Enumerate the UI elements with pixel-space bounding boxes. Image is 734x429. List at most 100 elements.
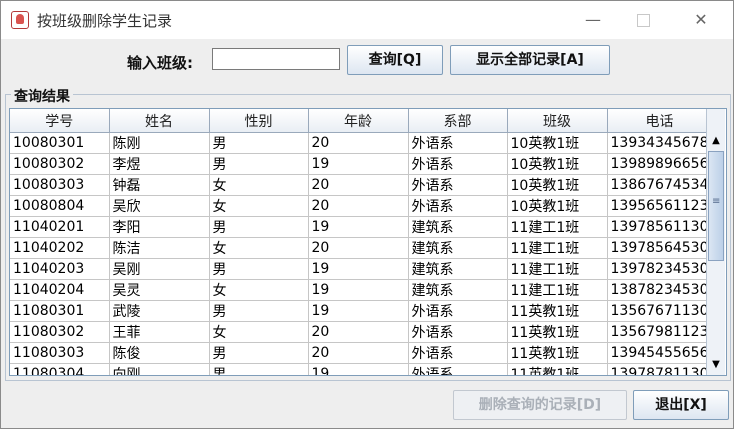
window-title: 按班级删除学生记录 <box>37 12 173 30</box>
table-cell: 外语系 <box>408 363 508 375</box>
table-cell: 13989896656 <box>607 153 713 175</box>
table-cell: 男 <box>209 258 309 280</box>
table-cell: 男 <box>209 342 309 364</box>
scroll-up-arrow-icon[interactable]: ▲ <box>708 133 724 149</box>
table-cell: 陈俊 <box>109 342 210 364</box>
table-cell: 11建工1班 <box>507 279 608 301</box>
table-cell: 11040202 <box>10 237 110 259</box>
table-cell: 11英教1班 <box>507 363 608 375</box>
table-cell: 19 <box>308 300 409 322</box>
results-table-container[interactable]: 学号 姓名 性别 年龄 系部 班级 电话 10080301 陈刚男 20 外语系 10英… <box>9 108 727 376</box>
column-header[interactable]: 性别 <box>209 109 309 133</box>
table-cell: 20 <box>308 342 409 364</box>
table-cell: 女 <box>209 237 309 259</box>
results-group-title: 查询结果 <box>11 86 73 106</box>
table-cell: 武陵 <box>109 300 210 322</box>
table-cell: 男 <box>209 363 309 375</box>
table-cell: 19 <box>308 216 409 238</box>
table-cell: 11建工1班 <box>507 258 608 280</box>
table-cell: 吴灵 <box>109 279 210 301</box>
minimize-button[interactable]: — <box>571 7 615 33</box>
table-cell: 李阳 <box>109 216 210 238</box>
table-cell: 13978561130 <box>607 216 713 238</box>
table-cell: 13934345678 <box>607 132 713 154</box>
exit-button[interactable]: 退出[X] <box>633 390 729 420</box>
table-cell: 20 <box>308 195 409 217</box>
title-bar: 按班级删除学生记录 — ✕ <box>1 1 733 39</box>
table-row[interactable]: 11040203 吴刚男 19 建筑系 11建工1班 13978234530 <box>10 258 713 280</box>
scroll-down-arrow-icon[interactable]: ▼ <box>708 357 724 373</box>
minimize-icon: — <box>585 10 601 29</box>
table-cell: 10英教1班 <box>507 195 608 217</box>
show-all-button[interactable]: 显示全部记录[A] <box>450 45 610 75</box>
table-cell: 吴刚 <box>109 258 210 280</box>
column-header[interactable]: 年龄 <box>308 109 409 133</box>
table-cell: 女 <box>209 174 309 196</box>
column-header[interactable]: 电话 <box>607 109 713 133</box>
table-cell: 男 <box>209 216 309 238</box>
table-row[interactable]: 10080302 李煜男 19 外语系 10英教1班 13989896656 <box>10 153 713 175</box>
table-cell: 女 <box>209 321 309 343</box>
table-cell: 20 <box>308 174 409 196</box>
table-cell: 外语系 <box>408 153 508 175</box>
table-row[interactable]: 10080301 陈刚男 20 外语系 10英教1班 13934345678 <box>10 132 713 154</box>
table-cell: 10英教1班 <box>507 153 608 175</box>
table-cell: 11080301 <box>10 300 110 322</box>
table-cell: 外语系 <box>408 174 508 196</box>
table-cell: 13978781130 <box>607 363 713 375</box>
close-button[interactable]: ✕ <box>679 7 723 33</box>
results-table: 学号 姓名 性别 年龄 系部 班级 电话 10080301 陈刚男 20 外语系 10英… <box>10 109 713 375</box>
table-cell: 男 <box>209 300 309 322</box>
table-row[interactable]: 11040202 陈洁女 20 建筑系 11建工1班 13978564530 <box>10 237 713 259</box>
class-input[interactable] <box>212 48 340 70</box>
table-cell: 外语系 <box>408 321 508 343</box>
table-cell: 建筑系 <box>408 279 508 301</box>
table-cell: 10080303 <box>10 174 110 196</box>
table-cell: 13978564530 <box>607 237 713 259</box>
table-cell: 13567981123 <box>607 321 713 343</box>
table-cell: 11英教1班 <box>507 321 608 343</box>
scrollbar-thumb[interactable] <box>708 151 724 261</box>
table-row[interactable]: 11080304 向刚男 19 外语系 11英教1班 13978781130 <box>10 363 713 375</box>
table-cell: 建筑系 <box>408 258 508 280</box>
column-header[interactable]: 学号 <box>10 109 110 133</box>
app-window: 按班级删除学生记录 — ✕ 输入班级: 查询[Q] 显示全部记录[A] 查询结果… <box>0 0 734 429</box>
table-cell: 外语系 <box>408 342 508 364</box>
delete-records-button[interactable]: 删除查询的记录[D] <box>453 390 627 420</box>
table-cell: 陈洁 <box>109 237 210 259</box>
maximize-button[interactable] <box>621 7 665 33</box>
column-header[interactable]: 系部 <box>408 109 508 133</box>
table-cell: 11建工1班 <box>507 216 608 238</box>
table-cell: 10080302 <box>10 153 110 175</box>
table-cell: 19 <box>308 279 409 301</box>
table-cell: 外语系 <box>408 195 508 217</box>
table-cell: 11080304 <box>10 363 110 375</box>
query-button[interactable]: 查询[Q] <box>347 45 443 75</box>
table-cell: 男 <box>209 132 309 154</box>
table-cell: 王菲 <box>109 321 210 343</box>
table-cell: 11英教1班 <box>507 342 608 364</box>
table-row[interactable]: 11080303 陈俊男 20 外语系 11英教1班 13945455656 <box>10 342 713 364</box>
table-row[interactable]: 11040201 李阳男 19 建筑系 11建工1班 13978561130 <box>10 216 713 238</box>
column-header[interactable]: 姓名 <box>109 109 210 133</box>
table-row[interactable]: 10080303 钟磊女 20 外语系 10英教1班 13867674534 <box>10 174 713 196</box>
table-cell: 外语系 <box>408 300 508 322</box>
vertical-scrollbar[interactable]: ▲ ▼ <box>706 109 725 375</box>
table-cell: 13945455656 <box>607 342 713 364</box>
table-cell: 李煜 <box>109 153 210 175</box>
table-row[interactable]: 11080302 王菲女 20 外语系 11英教1班 13567981123 <box>10 321 713 343</box>
table-row[interactable]: 11080301 武陵男 19 外语系 11英教1班 13567671130 <box>10 300 713 322</box>
table-row[interactable]: 10080804 吴欣女 20 外语系 10英教1班 13956561123 <box>10 195 713 217</box>
java-cup-icon <box>11 11 29 29</box>
table-row[interactable]: 11040204 吴灵女 19 建筑系 11建工1班 13878234530 <box>10 279 713 301</box>
table-cell: 11040204 <box>10 279 110 301</box>
column-header[interactable]: 班级 <box>507 109 608 133</box>
table-cell: 10080804 <box>10 195 110 217</box>
close-icon: ✕ <box>694 10 708 29</box>
table-cell: 女 <box>209 195 309 217</box>
table-cell: 11080302 <box>10 321 110 343</box>
table-cell: 10英教1班 <box>507 132 608 154</box>
table-cell: 10英教1班 <box>507 174 608 196</box>
table-cell: 20 <box>308 237 409 259</box>
class-label: 输入班级: <box>127 54 193 72</box>
